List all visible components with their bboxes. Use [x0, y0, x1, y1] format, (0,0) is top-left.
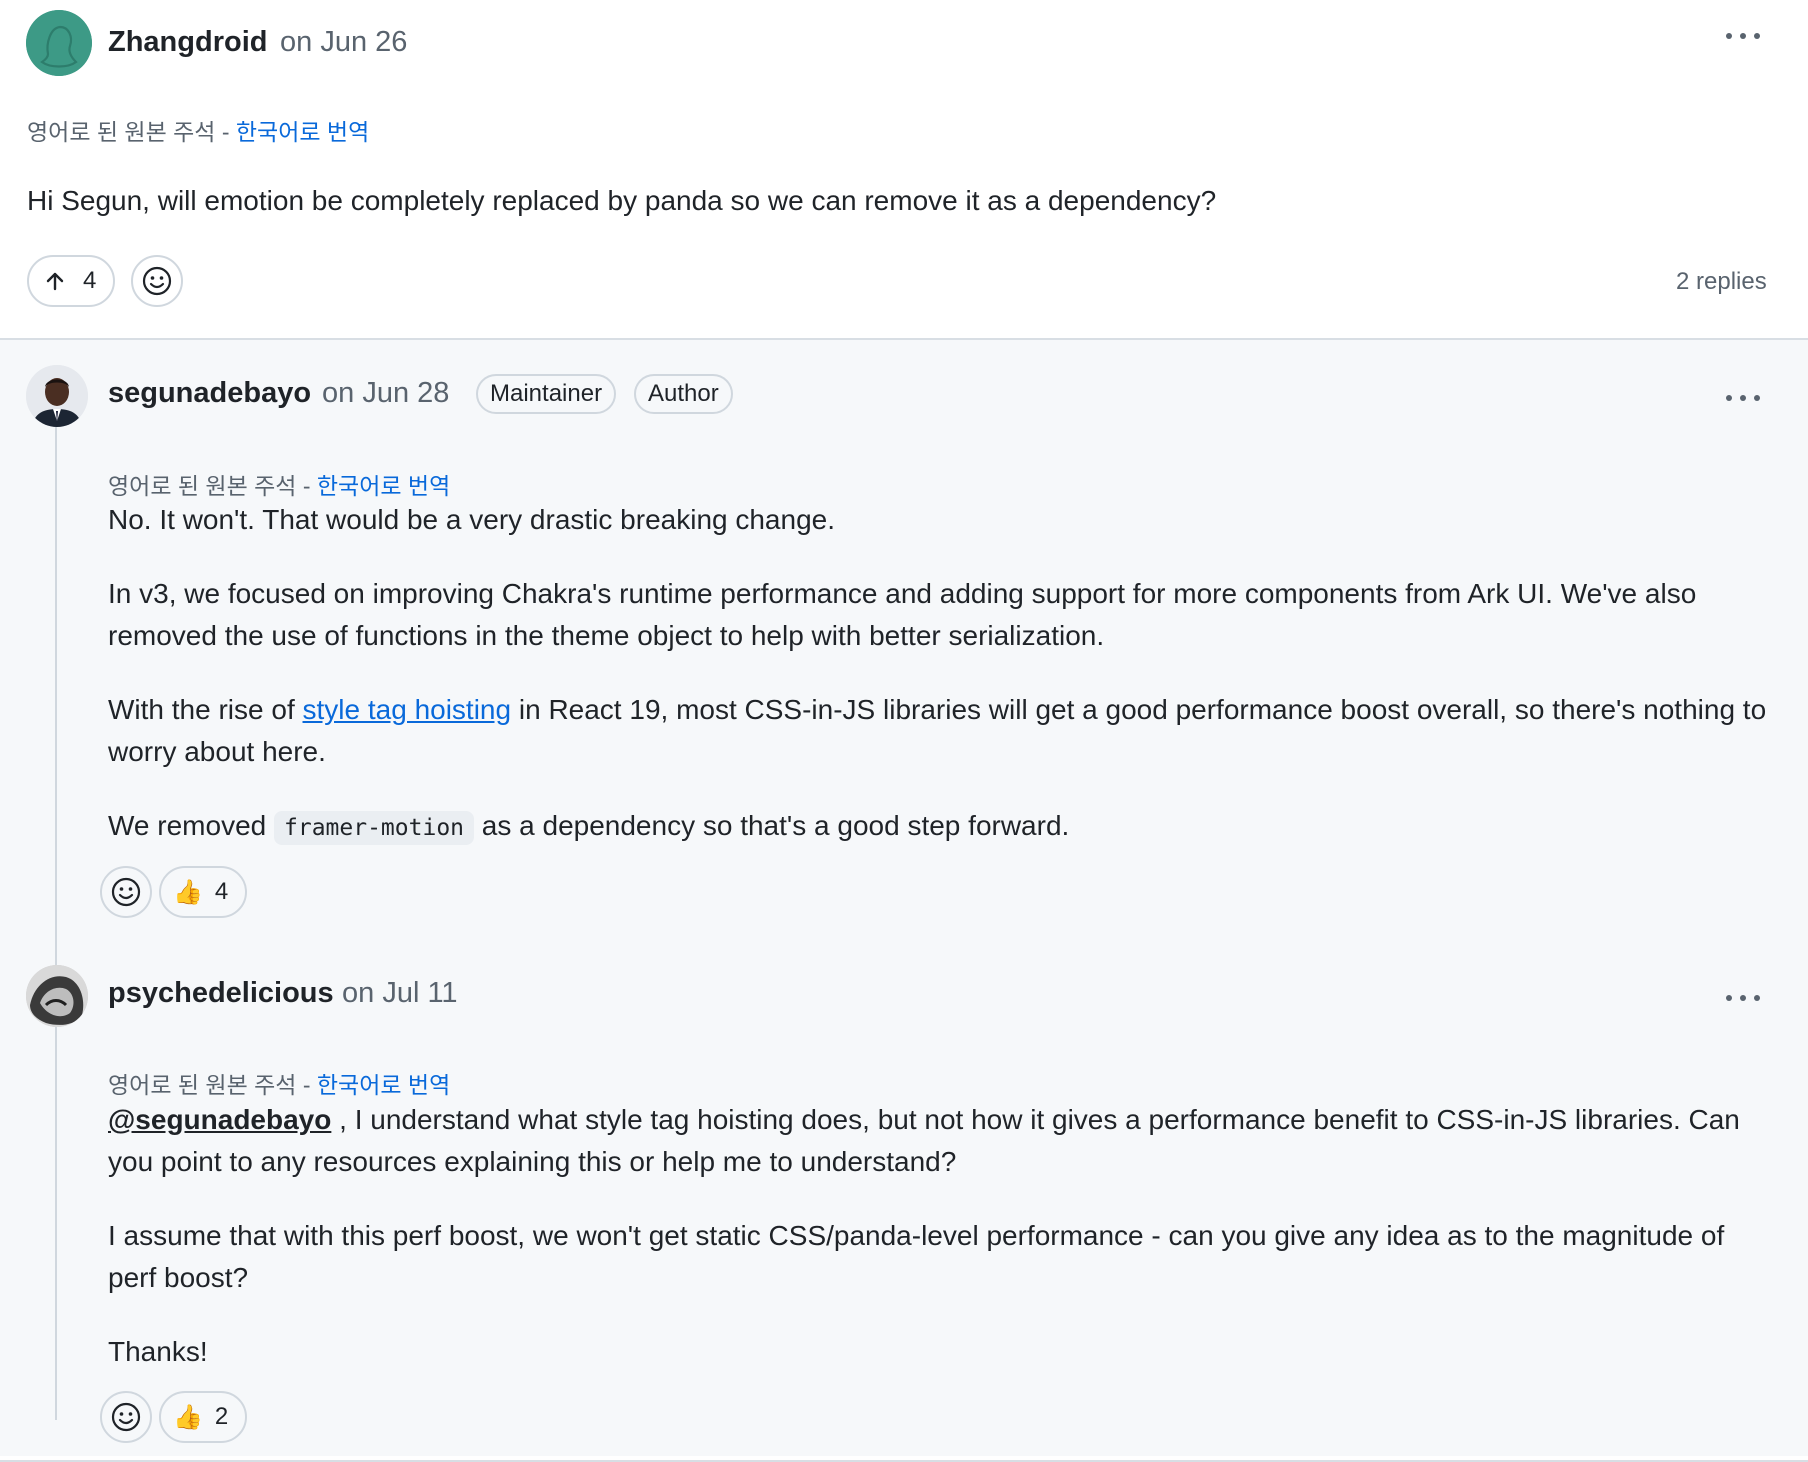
add-reaction-button[interactable] — [131, 255, 183, 307]
thread-line — [55, 420, 57, 1420]
user-mention-link[interactable]: @segunadebayo — [108, 1104, 331, 1135]
translate-link[interactable]: 한국어로 번역 — [317, 1072, 450, 1098]
avatar-zhangdroid[interactable] — [26, 10, 92, 76]
reply-menu-button[interactable] — [1724, 988, 1764, 1008]
maintainer-badge: Maintainer — [476, 374, 617, 414]
author-badge: Author — [634, 374, 733, 414]
reply-paragraph: Thanks! — [108, 1336, 208, 1367]
reply-date[interactable]: on Jun 28 — [322, 377, 449, 410]
reply-author[interactable]: psychedelicious — [108, 977, 334, 1010]
upvote-count: 4 — [83, 267, 97, 294]
upvote-button[interactable]: 4 — [27, 255, 115, 307]
translate-link[interactable]: 한국어로 번역 — [236, 119, 369, 145]
translation-prefix: 영어로 된 원본 주석 - — [27, 119, 236, 145]
thumbs-up-emoji: 👍 — [173, 878, 203, 906]
smiley-icon — [142, 266, 172, 296]
kebab-horizontal-icon — [1726, 33, 1732, 39]
reply-thread: segunadebayo on Jun 28 Maintainer Author… — [0, 340, 1808, 1462]
translation-prefix: 영어로 된 원본 주석 - — [108, 473, 317, 499]
reply-paragraph: With the rise of style tag hoisting in R… — [108, 694, 1767, 767]
translate-link[interactable]: 한국어로 번역 — [317, 473, 450, 499]
avatar-photo-icon — [26, 965, 88, 1027]
comment-text: Hi Segun, will emotion be completely rep… — [27, 185, 1217, 216]
reply-body: No. It won't. That would be a very drast… — [108, 499, 1780, 849]
style-tag-hoisting-link[interactable]: style tag hoisting — [303, 694, 512, 725]
thumbs-up-emoji: 👍 — [173, 1403, 203, 1431]
translation-notice: 영어로 된 원본 주석 - 한국어로 번역 — [108, 467, 450, 501]
reply-date[interactable]: on Jul 11 — [342, 977, 458, 1010]
reaction-count: 2 — [214, 1403, 229, 1430]
thumbs-up-reaction[interactable]: 👍 2 — [159, 1391, 247, 1443]
reply-menu-button[interactable] — [1724, 388, 1764, 408]
arrow-up-icon — [46, 272, 64, 291]
replies-count[interactable]: 2 replies — [1676, 268, 1767, 296]
reaction-count: 4 — [214, 878, 229, 905]
smiley-icon — [111, 877, 141, 907]
reply-paragraph: I assume that with this perf boost, we w… — [108, 1220, 1725, 1293]
inline-code: framer-motion — [274, 811, 475, 845]
add-reaction-button[interactable] — [100, 1391, 152, 1443]
comment-menu-button[interactable] — [1724, 26, 1764, 46]
thumbs-up-reaction[interactable]: 👍 4 — [159, 866, 247, 918]
comment-body: Hi Segun, will emotion be completely rep… — [27, 180, 1767, 222]
smiley-icon — [111, 1402, 141, 1432]
reply-paragraph: We removed framer-motion as a dependency… — [108, 805, 1780, 849]
add-reaction-button[interactable] — [100, 866, 152, 918]
avatar-silhouette-icon — [26, 10, 92, 76]
avatar-photo-icon — [26, 365, 88, 427]
top-comment: Zhangdroid on Jun 26 영어로 된 원본 주석 - 한국어로 … — [0, 0, 1808, 340]
avatar-psychedelicious[interactable] — [26, 965, 88, 1027]
reply-paragraph: In v3, we focused on improving Chakra's … — [108, 578, 1697, 651]
translation-notice: 영어로 된 원본 주석 - 한국어로 번역 — [108, 1066, 450, 1100]
reply-paragraph: @segunadebayo , I understand what style … — [108, 1104, 1740, 1177]
translation-prefix: 영어로 된 원본 주석 - — [108, 1072, 317, 1098]
translation-notice: 영어로 된 원본 주석 - 한국어로 번역 — [27, 113, 369, 147]
kebab-horizontal-icon — [1726, 995, 1732, 1001]
comment-author[interactable]: Zhangdroid — [108, 26, 267, 59]
avatar-segunadebayo[interactable] — [26, 365, 88, 427]
reply-paragraph: No. It won't. That would be a very drast… — [108, 504, 836, 535]
reply-author[interactable]: segunadebayo — [108, 377, 311, 410]
reply-body: @segunadebayo , I understand what style … — [108, 1099, 1780, 1373]
comment-date[interactable]: on Jun 26 — [280, 26, 407, 59]
kebab-horizontal-icon — [1726, 395, 1732, 401]
